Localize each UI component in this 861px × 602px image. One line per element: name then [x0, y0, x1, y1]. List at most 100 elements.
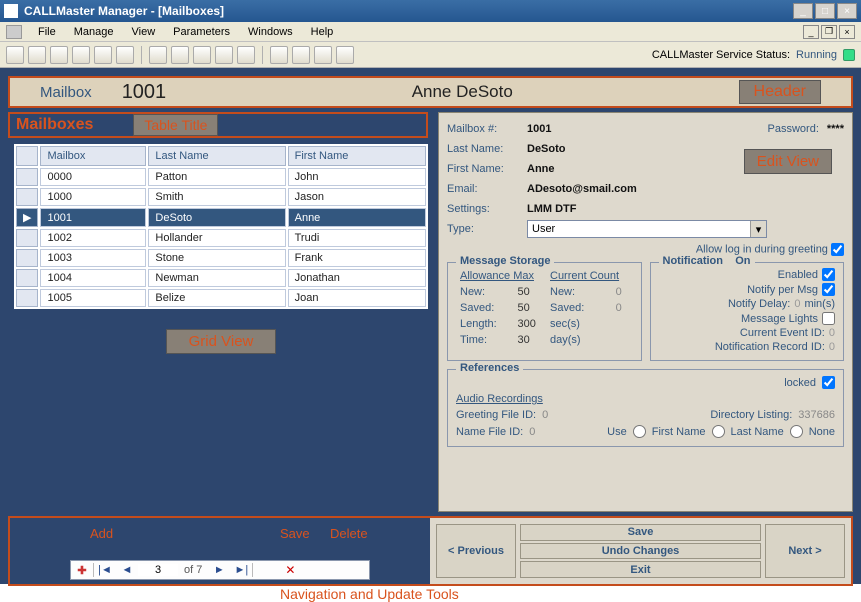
previous-button[interactable]: < Previous [436, 524, 516, 578]
message-storage-group: Message Storage Allowance Max Current Co… [447, 262, 642, 361]
header-mailbox-label: Mailbox [40, 84, 92, 101]
cell-mailbox: 1003 [40, 249, 146, 267]
notify-delay-val: 0 [794, 298, 800, 310]
toolbar-btn-3[interactable] [50, 46, 68, 64]
enabled-label: Enabled [778, 269, 818, 281]
menu-help[interactable]: Help [303, 24, 342, 40]
cell-mailbox: 1001 [40, 208, 146, 227]
enabled-checkbox[interactable] [822, 268, 835, 281]
record-total-label: of 7 [178, 564, 208, 576]
mdi-restore-button[interactable]: ❐ [821, 25, 837, 39]
row-selector[interactable] [16, 188, 38, 206]
mdi-minimize-button[interactable]: _ [803, 25, 819, 39]
type-value: User [532, 223, 555, 235]
locked-checkbox[interactable] [822, 376, 835, 389]
new-cur-label: New: [548, 285, 612, 299]
record-position-input[interactable] [138, 564, 178, 576]
toolbar-btn-8[interactable] [171, 46, 189, 64]
use-last-label: Last Name [731, 426, 784, 438]
row-selector[interactable] [16, 269, 38, 287]
table-row[interactable]: ▶1001DeSotoAnne [16, 208, 426, 227]
toolbar-btn-10[interactable] [215, 46, 233, 64]
maximize-button[interactable]: □ [815, 3, 835, 19]
col-lastname[interactable]: Last Name [148, 146, 285, 166]
col-firstname[interactable]: First Name [288, 146, 426, 166]
save-button[interactable]: Save [520, 524, 761, 541]
toolbar-btn-6[interactable] [116, 46, 134, 64]
menu-file[interactable]: File [30, 24, 64, 40]
greeting-file-val: 0 [542, 409, 548, 421]
toolbar-btn-13[interactable] [292, 46, 310, 64]
toolbar-btn-15[interactable] [336, 46, 354, 64]
header-panel: Mailbox 1001 Anne DeSoto Header [8, 76, 853, 108]
current-count-header: Current Count [548, 269, 631, 283]
notify-per-msg-checkbox[interactable] [822, 283, 835, 296]
undo-changes-button[interactable]: Undo Changes [520, 543, 761, 560]
mdi-system-icon[interactable] [6, 25, 22, 39]
mailbox-grid[interactable]: Mailbox Last Name First Name 0000PattonJ… [14, 144, 428, 309]
title-bar: CALLMaster Manager - [Mailboxes] _ □ × [0, 0, 861, 22]
next-record-button[interactable]: ► [208, 561, 230, 579]
row-selector[interactable] [16, 229, 38, 247]
time-label: Time: [458, 333, 514, 347]
record-navigator: ✚ |◄ ◄ of 7 ► ►| ✕ [70, 560, 370, 580]
toolbar-btn-14[interactable] [314, 46, 332, 64]
save-record-button[interactable] [253, 561, 279, 579]
references-legend: References [456, 362, 523, 374]
table-row[interactable]: 1003StoneFrank [16, 249, 426, 267]
use-first-radio[interactable] [633, 425, 646, 438]
message-storage-legend: Message Storage [456, 255, 554, 267]
mdi-close-button[interactable]: × [839, 25, 855, 39]
nav-tools-annotation: Navigation and Update Tools [280, 586, 459, 602]
message-lights-checkbox[interactable] [822, 312, 835, 325]
menu-parameters[interactable]: Parameters [165, 24, 238, 40]
toolbar-btn-2[interactable] [28, 46, 46, 64]
service-status-value: Running [796, 49, 837, 61]
toolbar-btn-12[interactable] [270, 46, 288, 64]
toolbar-btn-4[interactable] [72, 46, 90, 64]
add-record-button[interactable]: ✚ [71, 561, 93, 579]
table-row[interactable]: 0000PattonJohn [16, 168, 426, 186]
toolbar-btn-1[interactable] [6, 46, 24, 64]
toolbar-btn-5[interactable] [94, 46, 112, 64]
last-record-button[interactable]: ►| [230, 561, 252, 579]
prev-record-button[interactable]: ◄ [116, 561, 138, 579]
row-selector[interactable] [16, 168, 38, 186]
menu-manage[interactable]: Manage [66, 24, 122, 40]
use-none-radio[interactable] [790, 425, 803, 438]
close-button[interactable]: × [837, 3, 857, 19]
saved-cur-label: Saved: [548, 301, 612, 315]
minimize-button[interactable]: _ [793, 3, 813, 19]
table-row[interactable]: 1000SmithJason [16, 188, 426, 206]
toolbar: CALLMaster Service Status: Running [0, 42, 861, 68]
exit-button[interactable]: Exit [520, 561, 761, 578]
chevron-down-icon[interactable]: ▾ [750, 221, 766, 237]
menu-view[interactable]: View [124, 24, 164, 40]
type-combobox[interactable]: User ▾ [527, 220, 767, 238]
mailbox-num-value: 1001 [527, 123, 551, 135]
menu-windows[interactable]: Windows [240, 24, 301, 40]
row-selector[interactable] [16, 289, 38, 307]
cell-firstname: Joan [288, 289, 426, 307]
row-selector[interactable] [16, 249, 38, 267]
current-event-id-val: 0 [829, 327, 835, 339]
table-row[interactable]: 1005BelizeJoan [16, 289, 426, 307]
table-row[interactable]: 1004NewmanJonathan [16, 269, 426, 287]
header-mailbox-id: 1001 [122, 81, 262, 104]
next-button[interactable]: Next > [765, 524, 845, 578]
toolbar-btn-9[interactable] [193, 46, 211, 64]
delete-record-button[interactable]: ✕ [279, 561, 301, 579]
toolbar-btn-11[interactable] [237, 46, 255, 64]
allow-login-checkbox[interactable] [831, 243, 844, 256]
toolbar-btn-7[interactable] [149, 46, 167, 64]
table-row[interactable]: 1002HollanderTrudi [16, 229, 426, 247]
col-mailbox[interactable]: Mailbox [40, 146, 146, 166]
greeting-file-label: Greeting File ID: [456, 409, 536, 421]
settings-value: LMM DTF [527, 203, 576, 215]
type-label: Type: [447, 223, 527, 235]
row-selector[interactable]: ▶ [16, 208, 38, 227]
use-last-radio[interactable] [712, 425, 725, 438]
cell-firstname: Frank [288, 249, 426, 267]
notification-legend: Notification On [659, 255, 755, 267]
first-record-button[interactable]: |◄ [94, 561, 116, 579]
